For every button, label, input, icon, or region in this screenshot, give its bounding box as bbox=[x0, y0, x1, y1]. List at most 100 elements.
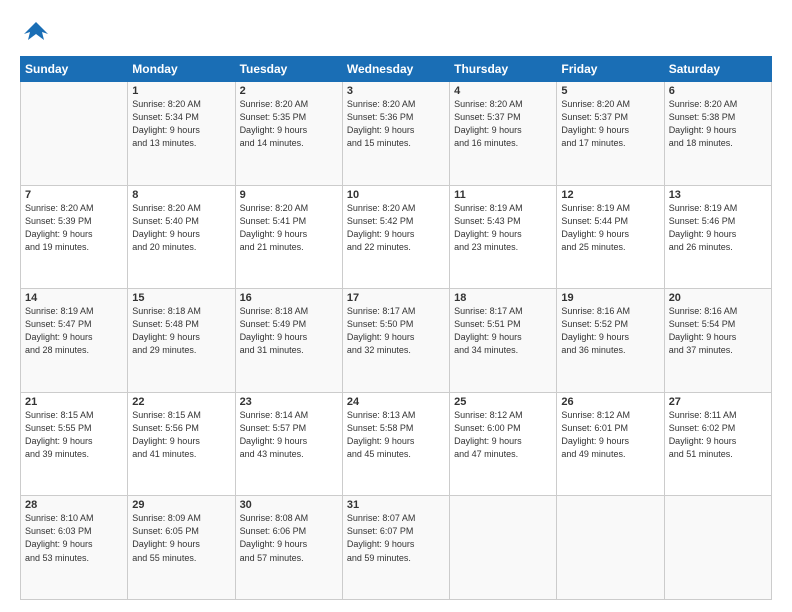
page: SundayMondayTuesdayWednesdayThursdayFrid… bbox=[0, 0, 792, 612]
day-number: 25 bbox=[454, 396, 552, 408]
day-info: Sunrise: 8:13 AM Sunset: 5:58 PM Dayligh… bbox=[347, 409, 445, 461]
calendar-cell: 13Sunrise: 8:19 AM Sunset: 5:46 PM Dayli… bbox=[664, 185, 771, 289]
col-header-tuesday: Tuesday bbox=[235, 57, 342, 82]
day-info: Sunrise: 8:20 AM Sunset: 5:38 PM Dayligh… bbox=[669, 98, 767, 150]
calendar-cell: 29Sunrise: 8:09 AM Sunset: 6:05 PM Dayli… bbox=[128, 496, 235, 600]
col-header-saturday: Saturday bbox=[664, 57, 771, 82]
calendar-cell: 12Sunrise: 8:19 AM Sunset: 5:44 PM Dayli… bbox=[557, 185, 664, 289]
day-number: 2 bbox=[240, 85, 338, 97]
calendar-table: SundayMondayTuesdayWednesdayThursdayFrid… bbox=[20, 56, 772, 600]
day-number: 6 bbox=[669, 85, 767, 97]
day-number: 15 bbox=[132, 292, 230, 304]
day-number: 31 bbox=[347, 499, 445, 511]
week-row-2: 7Sunrise: 8:20 AM Sunset: 5:39 PM Daylig… bbox=[21, 185, 772, 289]
day-number: 20 bbox=[669, 292, 767, 304]
day-info: Sunrise: 8:17 AM Sunset: 5:51 PM Dayligh… bbox=[454, 305, 552, 357]
calendar-cell: 4Sunrise: 8:20 AM Sunset: 5:37 PM Daylig… bbox=[450, 82, 557, 186]
day-info: Sunrise: 8:15 AM Sunset: 5:56 PM Dayligh… bbox=[132, 409, 230, 461]
day-info: Sunrise: 8:16 AM Sunset: 5:52 PM Dayligh… bbox=[561, 305, 659, 357]
day-info: Sunrise: 8:19 AM Sunset: 5:44 PM Dayligh… bbox=[561, 202, 659, 254]
day-info: Sunrise: 8:20 AM Sunset: 5:35 PM Dayligh… bbox=[240, 98, 338, 150]
week-row-4: 21Sunrise: 8:15 AM Sunset: 5:55 PM Dayli… bbox=[21, 392, 772, 496]
calendar-cell bbox=[557, 496, 664, 600]
day-number: 23 bbox=[240, 396, 338, 408]
day-info: Sunrise: 8:07 AM Sunset: 6:07 PM Dayligh… bbox=[347, 512, 445, 564]
day-info: Sunrise: 8:10 AM Sunset: 6:03 PM Dayligh… bbox=[25, 512, 123, 564]
day-number: 12 bbox=[561, 189, 659, 201]
calendar-cell bbox=[21, 82, 128, 186]
calendar-cell: 28Sunrise: 8:10 AM Sunset: 6:03 PM Dayli… bbox=[21, 496, 128, 600]
day-number: 30 bbox=[240, 499, 338, 511]
day-number: 10 bbox=[347, 189, 445, 201]
calendar-cell: 14Sunrise: 8:19 AM Sunset: 5:47 PM Dayli… bbox=[21, 289, 128, 393]
header bbox=[20, 18, 772, 46]
day-info: Sunrise: 8:11 AM Sunset: 6:02 PM Dayligh… bbox=[669, 409, 767, 461]
calendar-header-row: SundayMondayTuesdayWednesdayThursdayFrid… bbox=[21, 57, 772, 82]
day-info: Sunrise: 8:19 AM Sunset: 5:47 PM Dayligh… bbox=[25, 305, 123, 357]
day-info: Sunrise: 8:20 AM Sunset: 5:37 PM Dayligh… bbox=[561, 98, 659, 150]
calendar-cell bbox=[664, 496, 771, 600]
col-header-wednesday: Wednesday bbox=[342, 57, 449, 82]
day-number: 26 bbox=[561, 396, 659, 408]
calendar-cell: 1Sunrise: 8:20 AM Sunset: 5:34 PM Daylig… bbox=[128, 82, 235, 186]
calendar-cell: 11Sunrise: 8:19 AM Sunset: 5:43 PM Dayli… bbox=[450, 185, 557, 289]
calendar-cell: 10Sunrise: 8:20 AM Sunset: 5:42 PM Dayli… bbox=[342, 185, 449, 289]
calendar-cell: 15Sunrise: 8:18 AM Sunset: 5:48 PM Dayli… bbox=[128, 289, 235, 393]
calendar-cell: 30Sunrise: 8:08 AM Sunset: 6:06 PM Dayli… bbox=[235, 496, 342, 600]
day-number: 27 bbox=[669, 396, 767, 408]
day-number: 14 bbox=[25, 292, 123, 304]
calendar-cell: 26Sunrise: 8:12 AM Sunset: 6:01 PM Dayli… bbox=[557, 392, 664, 496]
calendar-cell: 27Sunrise: 8:11 AM Sunset: 6:02 PM Dayli… bbox=[664, 392, 771, 496]
calendar-cell: 31Sunrise: 8:07 AM Sunset: 6:07 PM Dayli… bbox=[342, 496, 449, 600]
calendar-cell: 6Sunrise: 8:20 AM Sunset: 5:38 PM Daylig… bbox=[664, 82, 771, 186]
day-number: 3 bbox=[347, 85, 445, 97]
day-info: Sunrise: 8:14 AM Sunset: 5:57 PM Dayligh… bbox=[240, 409, 338, 461]
day-number: 5 bbox=[561, 85, 659, 97]
day-number: 16 bbox=[240, 292, 338, 304]
day-number: 29 bbox=[132, 499, 230, 511]
calendar-cell: 7Sunrise: 8:20 AM Sunset: 5:39 PM Daylig… bbox=[21, 185, 128, 289]
calendar-cell: 3Sunrise: 8:20 AM Sunset: 5:36 PM Daylig… bbox=[342, 82, 449, 186]
week-row-3: 14Sunrise: 8:19 AM Sunset: 5:47 PM Dayli… bbox=[21, 289, 772, 393]
day-number: 24 bbox=[347, 396, 445, 408]
day-number: 1 bbox=[132, 85, 230, 97]
calendar-cell: 9Sunrise: 8:20 AM Sunset: 5:41 PM Daylig… bbox=[235, 185, 342, 289]
day-number: 22 bbox=[132, 396, 230, 408]
day-info: Sunrise: 8:18 AM Sunset: 5:48 PM Dayligh… bbox=[132, 305, 230, 357]
day-info: Sunrise: 8:20 AM Sunset: 5:42 PM Dayligh… bbox=[347, 202, 445, 254]
day-info: Sunrise: 8:15 AM Sunset: 5:55 PM Dayligh… bbox=[25, 409, 123, 461]
calendar-cell: 24Sunrise: 8:13 AM Sunset: 5:58 PM Dayli… bbox=[342, 392, 449, 496]
week-row-5: 28Sunrise: 8:10 AM Sunset: 6:03 PM Dayli… bbox=[21, 496, 772, 600]
col-header-friday: Friday bbox=[557, 57, 664, 82]
col-header-thursday: Thursday bbox=[450, 57, 557, 82]
day-info: Sunrise: 8:20 AM Sunset: 5:37 PM Dayligh… bbox=[454, 98, 552, 150]
calendar-cell: 19Sunrise: 8:16 AM Sunset: 5:52 PM Dayli… bbox=[557, 289, 664, 393]
day-number: 19 bbox=[561, 292, 659, 304]
day-info: Sunrise: 8:08 AM Sunset: 6:06 PM Dayligh… bbox=[240, 512, 338, 564]
day-info: Sunrise: 8:16 AM Sunset: 5:54 PM Dayligh… bbox=[669, 305, 767, 357]
logo-bird-icon bbox=[22, 18, 50, 46]
day-number: 8 bbox=[132, 189, 230, 201]
day-info: Sunrise: 8:09 AM Sunset: 6:05 PM Dayligh… bbox=[132, 512, 230, 564]
day-number: 4 bbox=[454, 85, 552, 97]
day-info: Sunrise: 8:12 AM Sunset: 6:00 PM Dayligh… bbox=[454, 409, 552, 461]
calendar-cell bbox=[450, 496, 557, 600]
day-number: 9 bbox=[240, 189, 338, 201]
day-info: Sunrise: 8:17 AM Sunset: 5:50 PM Dayligh… bbox=[347, 305, 445, 357]
day-info: Sunrise: 8:19 AM Sunset: 5:43 PM Dayligh… bbox=[454, 202, 552, 254]
day-info: Sunrise: 8:12 AM Sunset: 6:01 PM Dayligh… bbox=[561, 409, 659, 461]
day-info: Sunrise: 8:20 AM Sunset: 5:34 PM Dayligh… bbox=[132, 98, 230, 150]
calendar-cell: 25Sunrise: 8:12 AM Sunset: 6:00 PM Dayli… bbox=[450, 392, 557, 496]
calendar-cell: 22Sunrise: 8:15 AM Sunset: 5:56 PM Dayli… bbox=[128, 392, 235, 496]
day-number: 11 bbox=[454, 189, 552, 201]
calendar-cell: 8Sunrise: 8:20 AM Sunset: 5:40 PM Daylig… bbox=[128, 185, 235, 289]
day-number: 21 bbox=[25, 396, 123, 408]
calendar-cell: 23Sunrise: 8:14 AM Sunset: 5:57 PM Dayli… bbox=[235, 392, 342, 496]
day-number: 7 bbox=[25, 189, 123, 201]
col-header-monday: Monday bbox=[128, 57, 235, 82]
day-info: Sunrise: 8:20 AM Sunset: 5:36 PM Dayligh… bbox=[347, 98, 445, 150]
col-header-sunday: Sunday bbox=[21, 57, 128, 82]
calendar-cell: 2Sunrise: 8:20 AM Sunset: 5:35 PM Daylig… bbox=[235, 82, 342, 186]
calendar-cell: 21Sunrise: 8:15 AM Sunset: 5:55 PM Dayli… bbox=[21, 392, 128, 496]
day-number: 13 bbox=[669, 189, 767, 201]
